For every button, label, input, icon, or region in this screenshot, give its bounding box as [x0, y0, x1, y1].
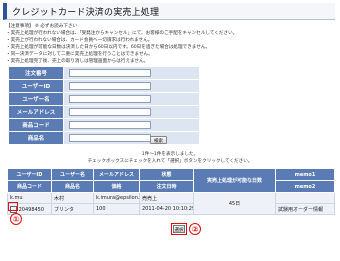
- cell-memo1: [275, 192, 335, 204]
- user-name-input[interactable]: [69, 95, 151, 103]
- notice-line: ・実売上処理が行われない場合は、「受発注からキャンセル」にて、お客様のご手配をキ…: [6, 31, 238, 36]
- user-id-input[interactable]: [69, 82, 151, 90]
- product-code-label: 商品コード: [8, 118, 64, 132]
- header-product-name: 商品名: [51, 180, 94, 193]
- user-name-label: ユーザー名: [8, 92, 64, 106]
- user-id-label: ユーザーID: [8, 79, 64, 93]
- checkbox-highlight: [8, 202, 18, 211]
- result-count: 1件～1件を表示しました。: [141, 152, 199, 157]
- header-user-name: ユーザー名: [51, 168, 94, 181]
- header-order-date: 注文日時: [139, 180, 194, 193]
- search-button[interactable]: 検索: [150, 136, 167, 144]
- callout-2: ②: [189, 223, 201, 235]
- order-number-label: 注文番号: [8, 66, 64, 80]
- results-table: ユーザーID ユーザー名 メールアドレス 状態 実売上処理が可能な日数 memo…: [7, 168, 335, 215]
- notice-heading: 【注意事項】 ※ 必ずお読み下さい: [6, 24, 78, 29]
- cell-email: k.imura@epsilon.jp: [93, 192, 140, 204]
- product-name-input[interactable]: [69, 134, 151, 142]
- select-button-highlight: [171, 223, 187, 235]
- cell-order-date: 2011-04-20 10:10:29: [139, 203, 194, 215]
- search-form: 注文番号 ユーザーID ユーザー名 メールアドレス 商品コード 商品名: [8, 66, 200, 145]
- email-input[interactable]: [69, 108, 151, 116]
- notice-line: ・実売上処理が可能な日数は決済した日から60日以内です。60日を過ぎた場合は処理…: [6, 45, 211, 50]
- email-label: メールアドレス: [8, 105, 64, 119]
- product-code-input[interactable]: [69, 121, 151, 129]
- cell-days-left: 45日: [193, 192, 276, 215]
- header-email: メールアドレス: [93, 168, 140, 181]
- header-memo2: memo2: [275, 180, 335, 193]
- header-days-left: 実売上処理が可能な日数: [193, 168, 276, 193]
- notice-section: 【注意事項】 ※ 必ずお読み下さい ・実売上処理が行われない場合は、「受発注から…: [6, 23, 334, 65]
- cell-memo2: 試験用オーダー情報: [275, 203, 335, 215]
- header-user-id: ユーザーID: [7, 168, 52, 181]
- page-title-bar: クレジットカード決済の実売上処理: [3, 3, 335, 20]
- cell-price: 100: [93, 203, 140, 215]
- cell-status: 売売上: [139, 192, 194, 204]
- header-product-code: 商品コード: [7, 180, 52, 193]
- notice-line: ・実売上が行われない場合は、カード会員へ一切請求は行われません。: [6, 38, 153, 43]
- cell-user-name: 木村: [51, 192, 94, 204]
- header-memo1: memo1: [275, 168, 335, 181]
- table-row: k.mu 木村 k.imura@epsilon.jp 売売上 45日: [7, 192, 335, 215]
- header-price: 価格: [93, 180, 140, 193]
- notice-line: ・同一決済データに対して二重に実売上処理を行うことはできません。: [6, 52, 153, 57]
- cell-product-code: 20498450: [18, 206, 45, 213]
- callout-1: ①: [10, 213, 22, 225]
- result-instruction: チェックボックスにチェックを入れて「選択」ボタンをクリックしてください。: [87, 159, 253, 164]
- order-number-input[interactable]: [69, 69, 151, 77]
- table-row: 20498450 ブリンタ 100 2011-04-20 10:10:29 試験…: [7, 203, 335, 215]
- notice-line: ・実売上処理完了後、売上の取り消しは管理画面からは行えません。: [6, 59, 149, 64]
- product-name-label: 商品名: [8, 131, 64, 145]
- cell-product-name: ブリンタ: [51, 203, 94, 215]
- page-title: クレジットカード決済の実売上処理: [12, 8, 160, 18]
- header-status: 状態: [139, 168, 194, 181]
